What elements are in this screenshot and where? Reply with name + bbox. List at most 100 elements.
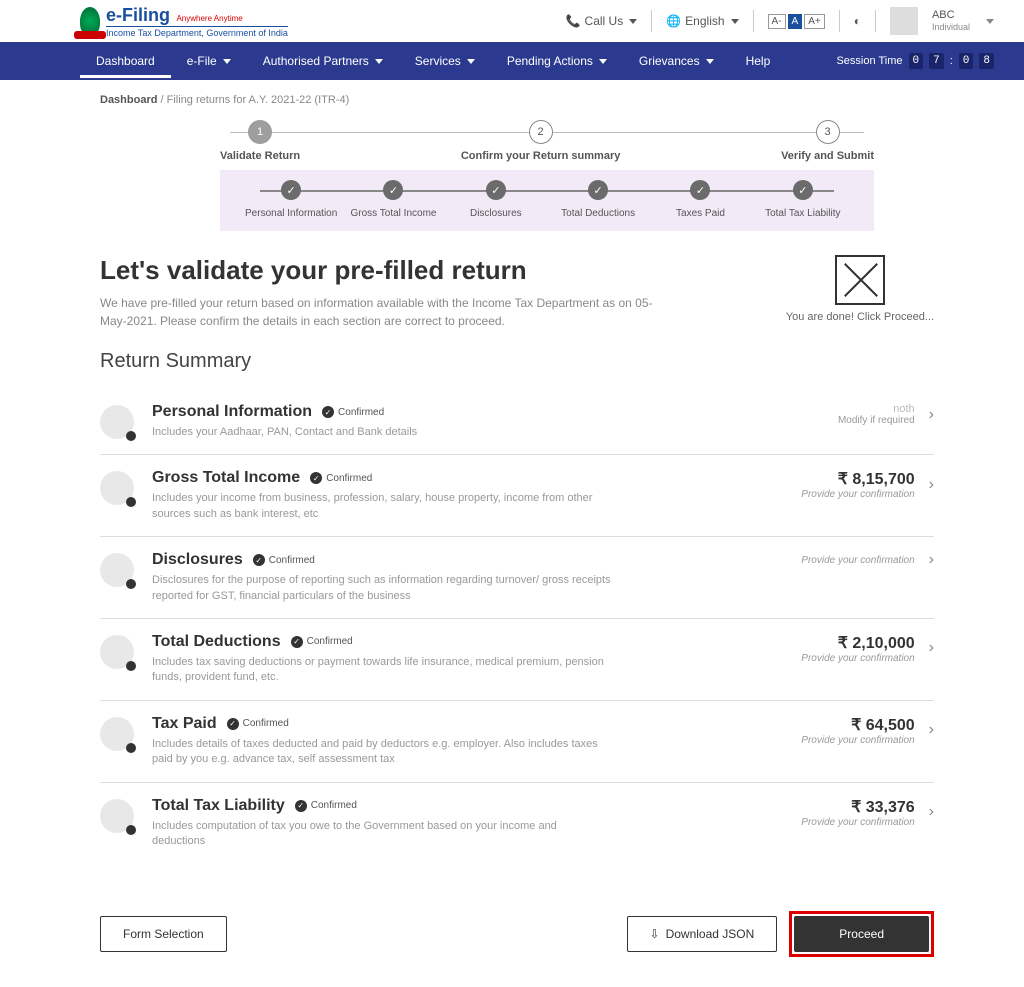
download-icon: ⇩: [650, 927, 660, 941]
avatar[interactable]: [890, 7, 918, 35]
card-hint: Provide your confirmation: [801, 555, 914, 566]
card-tax-paid[interactable]: Tax Paid ✓Confirmed Includes details of …: [100, 701, 934, 783]
divider: [753, 10, 754, 32]
section-icon: [100, 717, 134, 751]
divider: [875, 10, 876, 32]
card-amount: ₹ 2,10,000: [838, 633, 915, 653]
step-confirm[interactable]: 2 Confirm your Return summary: [461, 120, 621, 162]
section-icon: [100, 405, 134, 439]
chevron-down-icon: [597, 54, 607, 68]
check-icon: ✓: [588, 180, 608, 200]
proceed-highlight: Proceed: [789, 911, 934, 957]
confirmed-badge: ✓Confirmed: [227, 718, 289, 730]
brand-logo[interactable]: e-Filing Anywhere Anytime Income Tax Dep…: [80, 5, 288, 38]
card-desc: Includes computation of tax you owe to t…: [152, 819, 612, 850]
proceed-button[interactable]: Proceed: [794, 916, 929, 952]
card-personal-info[interactable]: Personal Information ✓Confirmed Includes…: [100, 389, 934, 455]
placeholder-x-icon: [835, 255, 885, 305]
chevron-down-icon: [373, 54, 383, 68]
brand-title: e-Filing: [106, 5, 170, 25]
page-title: Let's validate your pre-filled return: [100, 255, 756, 286]
brand-tagline: Anywhere Anytime: [176, 14, 242, 23]
chevron-right-icon: ›: [929, 721, 934, 739]
card-title: Total Tax Liability: [152, 797, 285, 815]
done-text: You are done! Click Proceed...: [786, 311, 934, 323]
font-size-controls: A- A A+: [768, 14, 825, 29]
nav-partners[interactable]: Authorised Partners: [247, 44, 399, 78]
globe-icon: 🌐: [666, 14, 681, 28]
substep-income[interactable]: ✓Gross Total Income: [342, 180, 444, 219]
chevron-right-icon: ›: [929, 476, 934, 494]
confirmed-badge: ✓Confirmed: [322, 406, 384, 418]
nav-pending[interactable]: Pending Actions: [491, 44, 623, 78]
user-name: ABC: [932, 9, 970, 22]
chevron-right-icon: ›: [929, 639, 934, 657]
language-menu[interactable]: 🌐 English: [666, 14, 738, 28]
substep-personal[interactable]: ✓Personal Information: [240, 180, 342, 219]
card-amount: ₹ 8,15,700: [838, 469, 915, 489]
page-content: Dashboard / Filing returns for A.Y. 2021…: [0, 80, 1024, 893]
breadcrumb-root[interactable]: Dashboard: [100, 94, 157, 106]
breadcrumb: Dashboard / Filing returns for A.Y. 2021…: [100, 94, 934, 106]
nav-help[interactable]: Help: [730, 44, 787, 78]
contrast-icon[interactable]: ◐: [854, 14, 861, 28]
card-deductions[interactable]: Total Deductions ✓Confirmed Includes tax…: [100, 619, 934, 701]
substep-deductions[interactable]: ✓Total Deductions: [547, 180, 649, 219]
check-icon: ✓: [291, 636, 303, 648]
chevron-down-icon: [627, 14, 637, 28]
font-decrease-button[interactable]: A-: [768, 14, 786, 29]
card-hint: Provide your confirmation: [801, 817, 914, 828]
substep-taxes[interactable]: ✓Taxes Paid: [649, 180, 751, 219]
breadcrumb-current: Filing returns for A.Y. 2021-22 (ITR-4): [167, 94, 350, 106]
check-icon: ✓: [310, 472, 322, 484]
substep-disclosures[interactable]: ✓Disclosures: [445, 180, 547, 219]
check-icon: ✓: [690, 180, 710, 200]
chevron-right-icon: ›: [929, 406, 934, 424]
card-desc: Includes your Aadhaar, PAN, Contact and …: [152, 425, 612, 440]
section-icon: [100, 471, 134, 505]
check-icon: ✓: [383, 180, 403, 200]
card-amount: ₹ 64,500: [851, 715, 915, 735]
font-default-button[interactable]: A: [788, 14, 803, 29]
step-validate[interactable]: 1 Validate Return: [220, 120, 300, 162]
user-menu[interactable]: ABC Individual: [932, 9, 970, 33]
main-nav: Dashboard e-File Authorised Partners Ser…: [0, 42, 1024, 80]
substep-liability[interactable]: ✓Total Tax Liability: [752, 180, 854, 219]
brand-dept: Income Tax Department, Government of Ind…: [106, 26, 288, 38]
card-disclosures[interactable]: Disclosures ✓Confirmed Disclosures for t…: [100, 537, 934, 619]
check-icon: ✓: [793, 180, 813, 200]
card-title: Tax Paid: [152, 715, 217, 733]
check-icon: ✓: [486, 180, 506, 200]
step-verify[interactable]: 3 Verify and Submit: [781, 120, 874, 162]
card-hint: Provide your confirmation: [801, 653, 914, 664]
page-subtext: We have pre-filled your return based on …: [100, 294, 660, 330]
chevron-down-icon: [984, 14, 994, 28]
wizard-stepper: 1 Validate Return 2 Confirm your Return …: [220, 120, 874, 162]
card-gross-income[interactable]: Gross Total Income ✓Confirmed Includes y…: [100, 455, 934, 537]
user-type: Individual: [932, 22, 970, 33]
sub-stepper: ✓Personal Information ✓Gross Total Incom…: [220, 170, 874, 231]
nav-grievances[interactable]: Grievances: [623, 44, 730, 78]
card-title: Disclosures: [152, 551, 243, 569]
form-selection-button[interactable]: Form Selection: [100, 916, 227, 952]
download-json-button[interactable]: ⇩ Download JSON: [627, 916, 778, 952]
font-increase-button[interactable]: A+: [804, 14, 825, 29]
divider: [651, 10, 652, 32]
nav-efile[interactable]: e-File: [171, 44, 247, 78]
divider: [839, 10, 840, 32]
nav-dashboard[interactable]: Dashboard: [80, 44, 171, 78]
chevron-right-icon: ›: [929, 551, 934, 569]
nav-services[interactable]: Services: [399, 44, 491, 78]
done-indicator: You are done! Click Proceed...: [786, 255, 934, 323]
card-desc: Includes tax saving deductions or paymen…: [152, 655, 612, 686]
card-desc: Includes details of taxes deducted and p…: [152, 737, 612, 768]
call-us-menu[interactable]: 📞 Call Us: [566, 14, 638, 28]
confirmed-badge: ✓Confirmed: [253, 554, 315, 566]
card-title: Gross Total Income: [152, 469, 300, 487]
card-tax-liability[interactable]: Total Tax Liability ✓Confirmed Includes …: [100, 783, 934, 864]
card-amount: ₹ 33,376: [851, 797, 915, 817]
confirmed-badge: ✓Confirmed: [295, 800, 357, 812]
top-bar: e-Filing Anywhere Anytime Income Tax Dep…: [0, 0, 1024, 42]
check-icon: ✓: [295, 800, 307, 812]
check-icon: ✓: [322, 406, 334, 418]
